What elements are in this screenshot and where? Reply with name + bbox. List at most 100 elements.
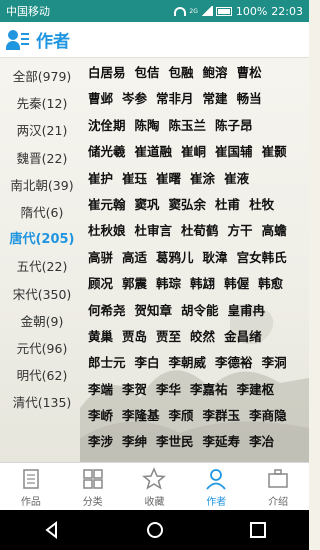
author-name[interactable]: 胡令能 (181, 298, 219, 324)
author-name[interactable]: 常非月 (156, 86, 194, 112)
author-name[interactable]: 葛鸦儿 (156, 245, 194, 271)
author-name[interactable]: 皇甫冉 (228, 298, 266, 324)
author-name[interactable]: 常建 (203, 86, 228, 112)
author-name[interactable]: 曹松 (237, 60, 262, 86)
author-name[interactable]: 李商隐 (249, 403, 287, 429)
author-name[interactable]: 皎然 (190, 324, 215, 350)
dynasty-item[interactable]: 五代(22) (0, 253, 84, 280)
tab-briefcase[interactable]: 介绍 (247, 463, 309, 511)
dynasty-item[interactable]: 魏晋(22) (0, 145, 84, 172)
author-name[interactable]: 陈玉兰 (169, 113, 207, 139)
author-name[interactable]: 窦巩 (135, 192, 160, 218)
author-row: 李峤 李隆基 李颀 李群玉 李商隐 (88, 403, 309, 429)
author-row: 顾况 郭震 韩琮 韩翃 韩偓 韩愈 (88, 271, 309, 297)
author-name[interactable]: 崔颢 (262, 139, 287, 165)
author-name[interactable]: 郭震 (122, 271, 147, 297)
author-name[interactable]: 崔道融 (135, 139, 173, 165)
author-name[interactable]: 高骈 (88, 245, 113, 271)
document-icon (23, 468, 39, 489)
author-name[interactable]: 崔曙 (156, 166, 181, 192)
author-name[interactable]: 畅当 (237, 86, 262, 112)
author-name[interactable]: 李嘉祐 (190, 377, 228, 403)
author-name[interactable]: 崔护 (88, 166, 113, 192)
dynasty-item[interactable]: 金朝(9) (0, 308, 84, 335)
tab-star[interactable]: 收藏 (124, 463, 186, 511)
author-name[interactable]: 崔峒 (181, 139, 206, 165)
tab-document[interactable]: 作品 (0, 463, 62, 511)
author-name[interactable]: 杜甫 (215, 192, 240, 218)
author-name[interactable]: 李朝威 (169, 350, 207, 376)
dynasty-item[interactable]: 隋代(6) (0, 199, 84, 226)
author-name[interactable]: 李隆基 (122, 403, 160, 429)
author-name[interactable]: 宫女韩氏 (237, 245, 287, 271)
author-name[interactable]: 岑参 (122, 86, 147, 112)
author-name[interactable]: 高蟾 (262, 218, 287, 244)
author-name[interactable]: 杜荀鹤 (181, 218, 219, 244)
author-name[interactable]: 李端 (88, 377, 113, 403)
dynasty-item[interactable]: 南北朝(39) (0, 172, 84, 199)
author-name[interactable]: 何希尧 (88, 298, 126, 324)
author-name[interactable]: 李群玉 (203, 403, 241, 429)
author-row: 崔元翰 窦巩 窦弘余 杜甫 杜牧 (88, 192, 309, 218)
author-name[interactable]: 李峤 (88, 403, 113, 429)
tab-person[interactable]: 作者 (185, 463, 247, 511)
author-name[interactable]: 包佶 (135, 60, 160, 86)
author-name[interactable]: 鲍溶 (203, 60, 228, 86)
author-name[interactable]: 李德裕 (215, 350, 253, 376)
author-name[interactable]: 李白 (135, 350, 160, 376)
author-name[interactable]: 李华 (156, 377, 181, 403)
author-name[interactable]: 李颀 (169, 403, 194, 429)
author-name[interactable]: 崔珏 (122, 166, 147, 192)
author-name[interactable]: 韩翃 (190, 271, 215, 297)
author-name[interactable]: 储光羲 (88, 139, 126, 165)
author-name[interactable]: 黄巢 (88, 324, 113, 350)
author-name[interactable]: 韩愈 (258, 271, 283, 297)
author-name[interactable]: 李涉 (88, 429, 113, 455)
home-icon[interactable] (145, 520, 165, 540)
author-name[interactable]: 陈子昂 (215, 113, 253, 139)
author-name[interactable]: 金昌绪 (224, 324, 262, 350)
dynasty-item[interactable]: 全部(979) (0, 63, 84, 90)
author-name[interactable]: 杜秋娘 (88, 218, 126, 244)
recents-icon[interactable] (248, 520, 268, 540)
author-name[interactable]: 高适 (122, 245, 147, 271)
back-icon[interactable] (42, 520, 62, 540)
dynasty-item[interactable]: 清代(135) (0, 389, 84, 416)
author-name[interactable]: 窦弘余 (169, 192, 207, 218)
dynasty-item[interactable]: 宋代(350) (0, 281, 84, 308)
author-name[interactable]: 沈佺期 (88, 113, 126, 139)
dynasty-item[interactable]: 先秦(12) (0, 90, 84, 117)
author-name[interactable]: 杜审言 (135, 218, 173, 244)
author-name[interactable]: 李世民 (156, 429, 194, 455)
author-name[interactable]: 贺知章 (135, 298, 173, 324)
dynasty-item[interactable]: 两汉(21) (0, 117, 84, 144)
dynasty-item[interactable]: 明代(62) (0, 362, 84, 389)
author-name[interactable]: 韩琮 (156, 271, 181, 297)
author-name[interactable]: 崔液 (224, 166, 249, 192)
author-name[interactable]: 包融 (169, 60, 194, 86)
author-name[interactable]: 崔元翰 (88, 192, 126, 218)
author-name[interactable]: 韩偓 (224, 271, 249, 297)
author-name[interactable]: 杜牧 (249, 192, 274, 218)
author-name[interactable]: 李洞 (262, 350, 287, 376)
author-name[interactable]: 李冶 (249, 429, 274, 455)
author-name[interactable]: 陈陶 (135, 113, 160, 139)
author-name[interactable]: 李延寿 (203, 429, 241, 455)
author-name[interactable]: 郎士元 (88, 350, 126, 376)
author-name[interactable]: 贾至 (156, 324, 181, 350)
author-name[interactable]: 白居易 (88, 60, 126, 86)
author-name[interactable]: 崔国辅 (215, 139, 253, 165)
dynasty-item[interactable]: 唐代(205) (0, 226, 84, 253)
author-name[interactable]: 曹邺 (88, 86, 113, 112)
author-name[interactable]: 李绅 (122, 429, 147, 455)
author-name[interactable]: 李贺 (122, 377, 147, 403)
author-name[interactable]: 顾况 (88, 271, 113, 297)
author-name[interactable]: 耿湋 (203, 245, 228, 271)
tab-label: 分类 (82, 496, 103, 508)
author-name[interactable]: 李建枢 (237, 377, 275, 403)
tab-grid[interactable]: 分类 (62, 463, 124, 511)
author-name[interactable]: 贾岛 (122, 324, 147, 350)
author-name[interactable]: 崔涂 (190, 166, 215, 192)
author-name[interactable]: 方干 (228, 218, 253, 244)
dynasty-item[interactable]: 元代(96) (0, 335, 84, 362)
